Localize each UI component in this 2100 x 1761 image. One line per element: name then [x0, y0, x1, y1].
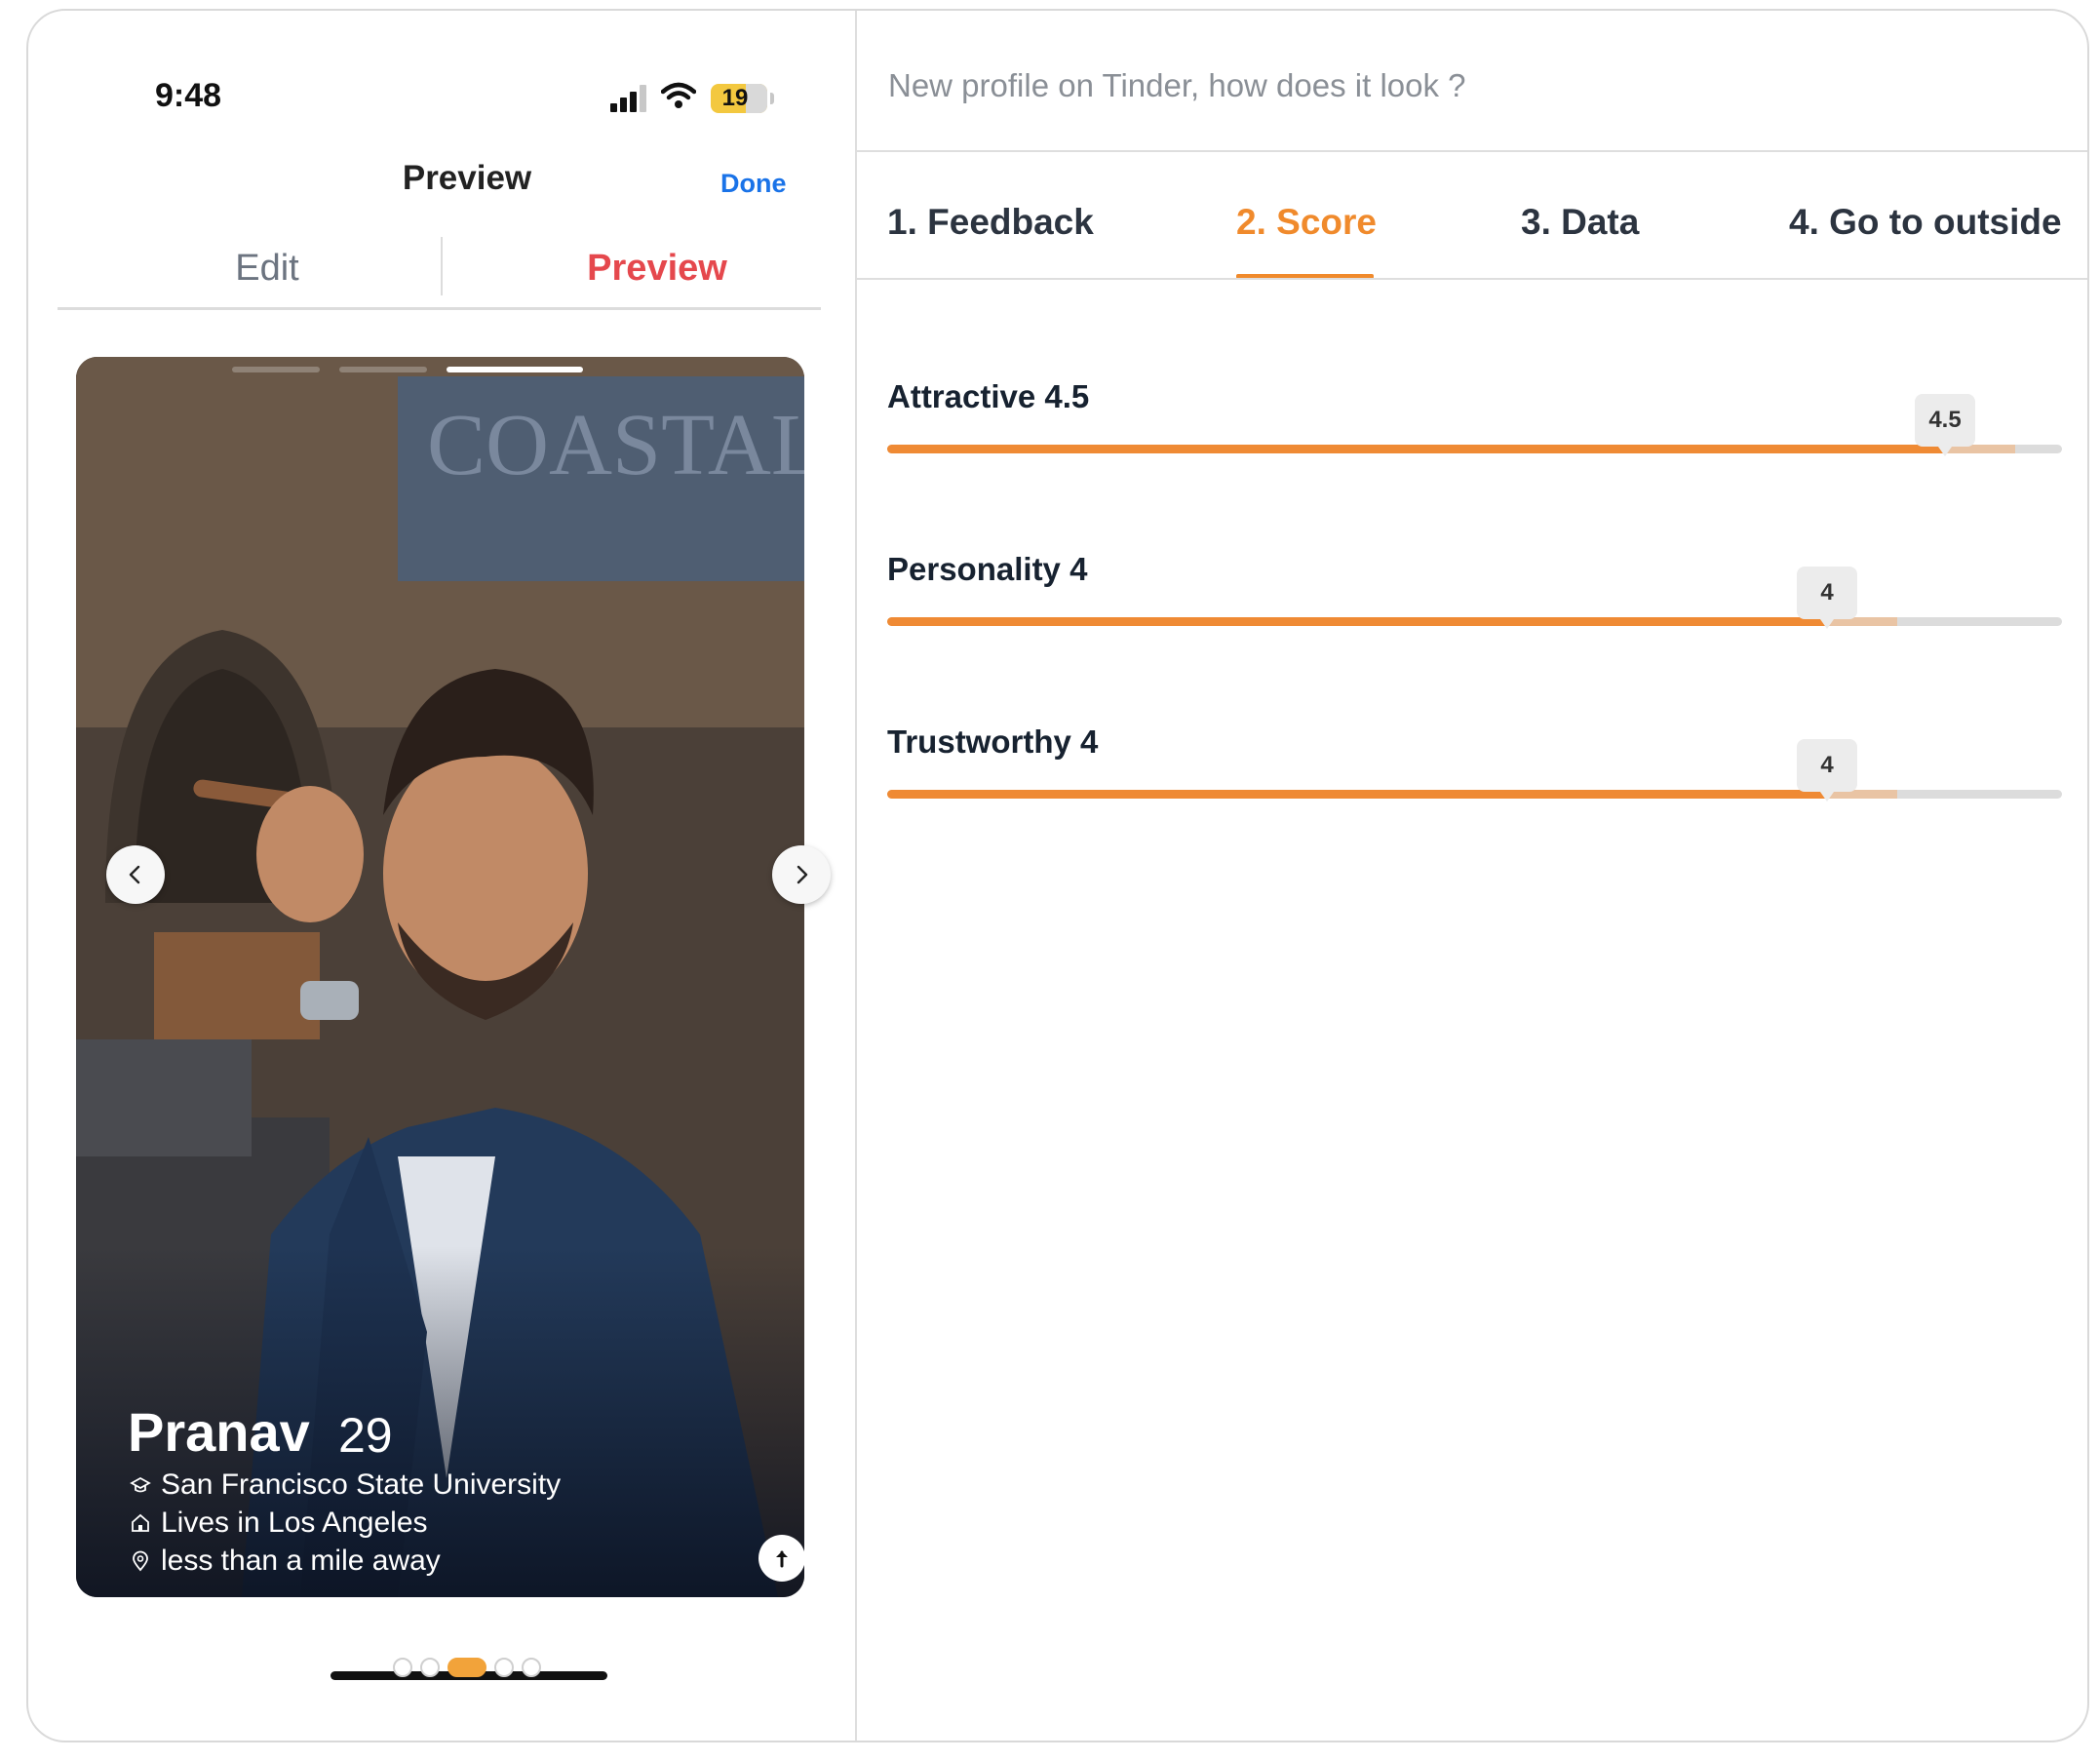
tab-feedback[interactable]: 1. Feedback — [887, 202, 1094, 243]
status-time: 9:48 — [155, 77, 222, 114]
profile-lives-row: Lives in Los Angeles — [130, 1507, 428, 1540]
profile-age: 29 — [338, 1408, 393, 1463]
segment-separator — [441, 237, 443, 295]
score-label: Trustworthy 4 — [887, 724, 1099, 760]
done-button[interactable]: Done — [720, 169, 787, 199]
pager-dot[interactable] — [420, 1658, 440, 1677]
segment-divider — [58, 307, 821, 310]
segment-edit[interactable]: Edit — [121, 248, 413, 290]
wifi-icon — [660, 81, 697, 110]
score-fill — [887, 617, 1827, 626]
pager-dot[interactable] — [522, 1658, 541, 1677]
score-fill — [887, 445, 1945, 453]
preview-title: Preview — [402, 159, 532, 197]
score-bubble: 4.5 — [1915, 394, 1975, 456]
tab-go-to-outside[interactable]: 4. Go to outside — [1789, 202, 2062, 243]
score-personality: Personality 4 4 — [887, 551, 2062, 648]
pager-dot-active[interactable] — [447, 1658, 486, 1677]
battery-icon: 19 — [711, 84, 767, 113]
score-label: Personality 4 — [887, 551, 1088, 587]
graduation-cap-icon — [130, 1476, 151, 1493]
chevron-left-icon — [129, 865, 140, 884]
score-track[interactable]: 4 — [887, 739, 2062, 802]
photo-progress — [232, 367, 651, 372]
svg-text:COASTAL: COASTAL — [427, 397, 804, 493]
score-label: Attractive 4.5 — [887, 378, 1090, 414]
score-track[interactable]: 4 — [887, 567, 2062, 629]
score-fill — [887, 790, 1827, 799]
header-divider — [857, 150, 2087, 152]
profile-distance-row: less than a mile away — [130, 1545, 441, 1578]
score-attractive: Attractive 4.5 4.5 — [887, 378, 2062, 476]
profile-lives: Lives in Los Angeles — [161, 1507, 428, 1539]
battery-tip — [770, 93, 774, 104]
pager-dot[interactable] — [393, 1658, 412, 1677]
segment-preview[interactable]: Preview — [511, 248, 803, 290]
tab-score[interactable]: 2. Score — [1236, 202, 1377, 243]
score-trustworthy: Trustworthy 4 4 — [887, 724, 2062, 821]
score-track[interactable]: 4.5 — [887, 394, 2062, 456]
chevron-right-icon — [797, 865, 808, 884]
battery-level: 19 — [721, 85, 749, 111]
tab-data[interactable]: 3. Data — [1521, 202, 1639, 243]
home-icon — [132, 1513, 149, 1532]
photo-pager — [331, 1658, 607, 1683]
profile-school: San Francisco State University — [161, 1468, 562, 1501]
score-bubble: 4 — [1797, 567, 1857, 629]
post-title: New profile on Tinder, how does it look … — [888, 67, 1466, 103]
profile-name: Pranav — [128, 1401, 310, 1463]
next-photo-button[interactable] — [772, 845, 831, 904]
score-bubble: 4 — [1797, 739, 1857, 802]
column-divider — [855, 11, 857, 1741]
app-frame: 9:48 19 Preview Done Edit Preview COASTA… — [26, 9, 2089, 1742]
pager-dot[interactable] — [494, 1658, 514, 1677]
previous-photo-button[interactable] — [106, 845, 165, 904]
expand-profile-button[interactable] — [758, 1535, 805, 1582]
profile-school-row: San Francisco State University — [130, 1468, 561, 1502]
location-pin-icon — [133, 1550, 148, 1572]
profile-distance: less than a mile away — [161, 1545, 441, 1577]
arrow-up-icon — [776, 1550, 788, 1568]
tabs-divider — [857, 278, 2087, 280]
signal-icon — [610, 83, 651, 112]
